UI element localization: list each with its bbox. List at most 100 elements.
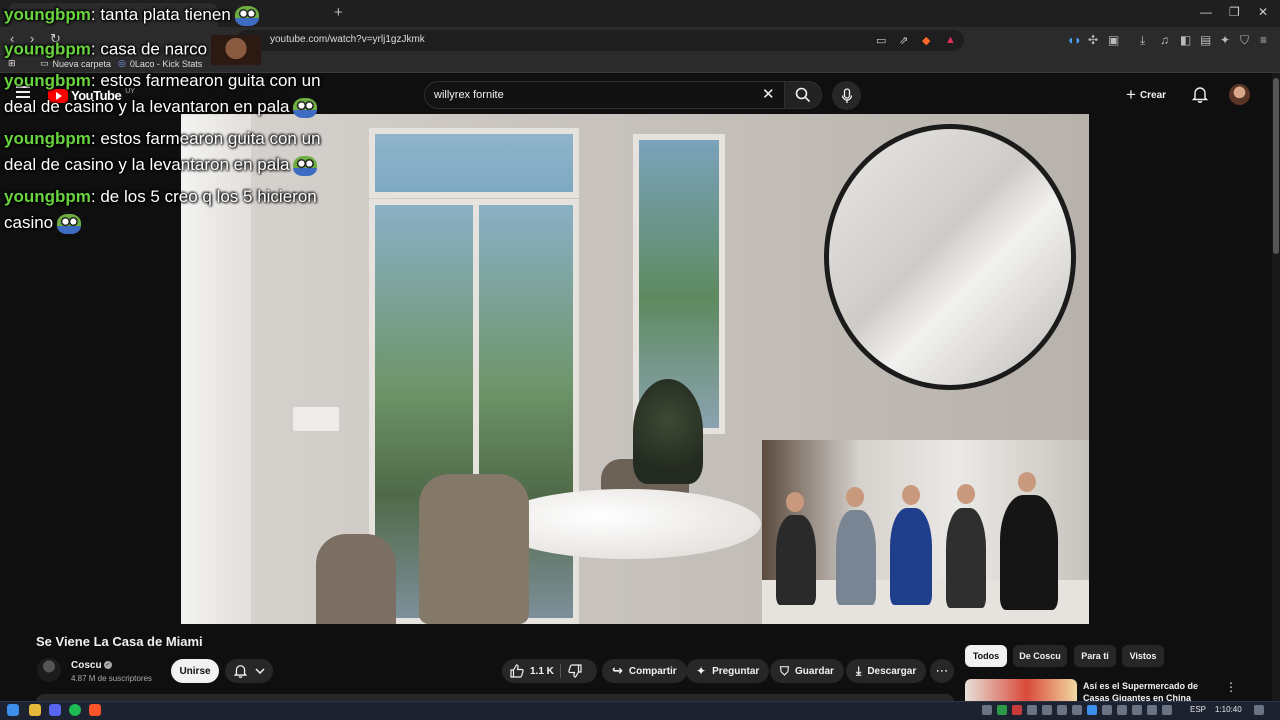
- webcam-head-4: [957, 484, 975, 504]
- chat-text: : casa de narco: [90, 39, 208, 59]
- sparkle-icon: ✦: [696, 664, 707, 678]
- more-actions-button[interactable]: ⋯: [930, 659, 954, 683]
- plus-icon: +: [1126, 85, 1136, 104]
- create-button[interactable]: + Crear: [1126, 82, 1166, 108]
- tray-icon[interactable]: [1072, 705, 1082, 715]
- volume-icon[interactable]: [1162, 705, 1172, 715]
- download-button[interactable]: ⤓ Descargar: [846, 659, 927, 683]
- spotify-icon[interactable]: [69, 704, 81, 716]
- menu-icon[interactable]: ≡: [1260, 33, 1267, 47]
- tray-icon[interactable]: [982, 705, 992, 715]
- chip-para-ti[interactable]: Para ti: [1074, 645, 1116, 667]
- tray-icon[interactable]: [1087, 705, 1097, 715]
- recommendation-menu-icon[interactable]: ⋮: [1225, 680, 1237, 694]
- join-button[interactable]: Unirse: [171, 659, 219, 683]
- thumbs-up-icon: [510, 664, 524, 678]
- tray-icon[interactable]: [1102, 705, 1112, 715]
- chat-message: youngbpm: de los 5 creo q los 5 hicieron…: [4, 184, 354, 236]
- create-label: Crear: [1139, 89, 1167, 101]
- sidebar-toggle-icon[interactable]: ◧: [1180, 33, 1191, 47]
- video-frame-plant: [633, 379, 703, 484]
- brave-icon[interactable]: [89, 704, 101, 716]
- verified-icon: ✓: [104, 661, 112, 669]
- webcam-person-3: [890, 508, 932, 605]
- brave-shield-icon[interactable]: ◆: [922, 34, 930, 47]
- minimize-button[interactable]: —: [1200, 5, 1212, 19]
- save-label: Guardar: [795, 665, 834, 677]
- share-button[interactable]: ↪ Compartir: [602, 659, 687, 683]
- maximize-button[interactable]: ❐: [1229, 5, 1240, 19]
- webcam-head-5: [1018, 472, 1036, 492]
- more-icon: ⋯: [935, 663, 949, 678]
- notifications-button[interactable]: [1191, 86, 1209, 108]
- wifi-icon[interactable]: [1147, 705, 1157, 715]
- user-avatar[interactable]: [1229, 84, 1250, 105]
- video-frame-wall-outlet: [293, 407, 339, 431]
- clear-search-icon[interactable]: ✕: [762, 85, 775, 103]
- video-frame-chair-left: [316, 534, 396, 624]
- chat-username: youngbpm: [4, 71, 91, 90]
- thumbs-down-icon: [568, 664, 582, 678]
- chat-username: youngbpm: [4, 187, 91, 206]
- tray-icon[interactable]: [1027, 705, 1037, 715]
- search-button[interactable]: [784, 81, 822, 109]
- brave-rewards-icon[interactable]: ▲: [945, 34, 956, 46]
- chat-text: : tanta plata tienen: [90, 5, 231, 24]
- dislike-button[interactable]: [568, 664, 582, 683]
- chat-message: youngbpm: estos farmearon guita con un d…: [4, 68, 354, 120]
- recommendation-thumbnail[interactable]: [965, 679, 1077, 703]
- pepe-emote-icon: [234, 5, 259, 26]
- ask-button[interactable]: ✦ Preguntar: [686, 659, 770, 683]
- subscription-bell-button[interactable]: [225, 659, 273, 683]
- close-window-button[interactable]: ✕: [1258, 5, 1268, 19]
- cast-icon[interactable]: ▭: [876, 34, 886, 47]
- pepe-emote-icon: [293, 155, 318, 176]
- voice-search-button[interactable]: [832, 81, 861, 110]
- extensions-icon[interactable]: ✣: [1088, 33, 1098, 47]
- channel-name[interactable]: Coscu: [71, 660, 102, 671]
- chip-de-coscu[interactable]: De Coscu: [1013, 645, 1067, 667]
- webcam-person-5: [1000, 495, 1058, 610]
- tray-icon[interactable]: [997, 705, 1007, 715]
- notification-center-icon[interactable]: [1254, 705, 1264, 715]
- chat-message: youngbpm: estos farmearon guita con un d…: [4, 126, 354, 178]
- like-divider: [560, 664, 561, 678]
- tab-search-icon[interactable]: ▣: [1108, 33, 1119, 47]
- wallet-icon[interactable]: ▤: [1200, 33, 1211, 47]
- webcam-person-4: [946, 508, 986, 608]
- clock[interactable]: 1:10:40: [1215, 705, 1242, 714]
- save-button[interactable]: ⛉ Guardar: [770, 659, 844, 683]
- webcam-person-1: [776, 515, 816, 605]
- channel-avatar[interactable]: [37, 658, 61, 682]
- tray-icon[interactable]: [1042, 705, 1052, 715]
- ask-label: Preguntar: [712, 665, 760, 677]
- chip-todos[interactable]: Todos: [965, 645, 1007, 667]
- tray-icon[interactable]: [1012, 705, 1022, 715]
- download-icon[interactable]: ⤓: [1140, 33, 1145, 48]
- search-query[interactable]: willyrex fornite: [434, 89, 504, 101]
- tray-icon[interactable]: [1057, 705, 1067, 715]
- download-icon: ⤓: [856, 663, 862, 678]
- start-icon[interactable]: [7, 704, 19, 716]
- bell-icon: [233, 665, 247, 678]
- webcam-person-2: [836, 510, 876, 605]
- file-explorer-icon[interactable]: [29, 704, 41, 716]
- chat-message: youngbpm: casa de narco: [4, 35, 354, 65]
- scrollbar-thumb[interactable]: [1273, 78, 1279, 254]
- vpn-icon[interactable]: ⛉: [1240, 33, 1249, 48]
- search-icon: [795, 87, 811, 103]
- bell-icon: [1191, 87, 1209, 103]
- discord-icon[interactable]: [49, 704, 61, 716]
- subscriber-count: 4.87 M de suscriptores: [71, 674, 152, 683]
- tray-icon[interactable]: [1132, 705, 1142, 715]
- audio-icon[interactable]: ◖◗: [1067, 33, 1082, 47]
- video-frame-chair-front: [419, 474, 529, 624]
- share-page-icon[interactable]: ⇗: [899, 34, 908, 47]
- tray-icon[interactable]: [1117, 705, 1127, 715]
- music-icon[interactable]: ♫: [1160, 33, 1169, 47]
- language-indicator[interactable]: ESP: [1190, 705, 1206, 714]
- like-button[interactable]: 1.1 K: [510, 664, 554, 678]
- share-label: Compartir: [628, 665, 677, 677]
- chip-vistos[interactable]: Vistos: [1122, 645, 1164, 667]
- leo-ai-icon[interactable]: ✦: [1220, 33, 1230, 47]
